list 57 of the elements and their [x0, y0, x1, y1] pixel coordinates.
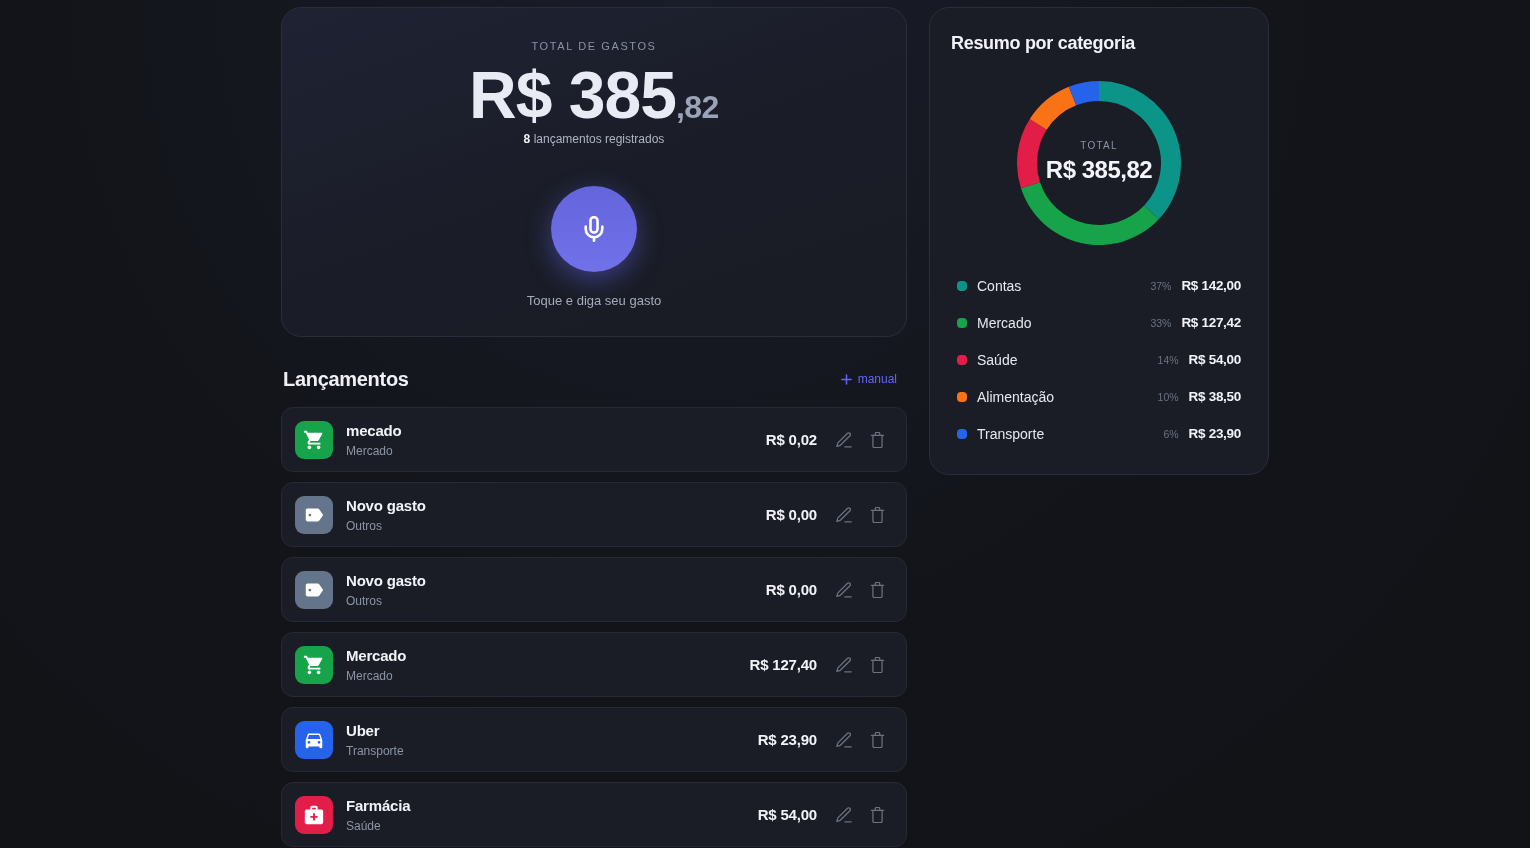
delete-icon[interactable] [870, 581, 885, 598]
edit-icon[interactable] [836, 656, 852, 673]
legend-amount: R$ 38,50 [1188, 387, 1241, 406]
edit-icon[interactable] [836, 506, 852, 523]
expense-amount: R$ 0,02 [765, 429, 817, 450]
expense-category: Outros [346, 592, 382, 609]
edit-icon[interactable] [836, 731, 852, 748]
summary-title: Resumo por categoria [951, 32, 1136, 54]
microphone-icon [583, 216, 605, 242]
legend-label: Contas [977, 276, 1022, 295]
delete-icon[interactable] [870, 656, 885, 673]
delete-icon[interactable] [870, 431, 885, 448]
donut-center-value: R$ 385,82 [1045, 156, 1153, 184]
legend-percent: 10% [1157, 389, 1179, 404]
legend-label: Transporte [977, 424, 1045, 443]
entries-count: 8 lançamentos registrados [523, 131, 665, 147]
expense-name: mecado [346, 420, 402, 441]
microphone-button[interactable] [551, 186, 637, 272]
legend-percent: 33% [1150, 315, 1172, 330]
legend-amount: R$ 142,00 [1181, 276, 1241, 295]
expense-amount: R$ 127,40 [749, 654, 817, 675]
legend-label: Alimentação [977, 387, 1055, 406]
expense-category: Outros [346, 517, 382, 534]
legend-amount: R$ 127,42 [1181, 313, 1241, 332]
expense-name: Mercado [346, 645, 407, 666]
entries-title: Lançamentos [283, 367, 409, 391]
expense-amount: R$ 54,00 [757, 804, 817, 825]
legend-percent: 6% [1163, 426, 1179, 441]
plus-icon [840, 373, 852, 385]
edit-icon[interactable] [836, 581, 852, 598]
expense-category: Mercado [346, 667, 393, 684]
expense-category: Transporte [346, 742, 404, 759]
donut-center-label: TOTAL [1080, 140, 1118, 152]
edit-icon[interactable] [836, 806, 852, 823]
total-amount: R$ 385,82 [469, 62, 719, 128]
legend-amount: R$ 23,90 [1188, 424, 1241, 443]
expense-amount: R$ 23,90 [757, 729, 817, 750]
expense-name: Novo gasto [346, 570, 426, 591]
legend-label: Mercado [977, 313, 1032, 332]
legend-label: Saúde [977, 350, 1018, 369]
delete-icon[interactable] [870, 731, 885, 748]
expense-name: Uber [346, 720, 380, 741]
expense-amount: R$ 0,00 [765, 579, 817, 600]
legend-amount: R$ 54,00 [1188, 350, 1241, 369]
expense-amount: R$ 0,00 [765, 504, 817, 525]
expense-name: Novo gasto [346, 495, 426, 516]
legend-percent: 14% [1157, 352, 1179, 367]
add-manual-link[interactable]: manual [840, 371, 897, 387]
delete-icon[interactable] [870, 806, 885, 823]
legend-percent: 37% [1150, 278, 1172, 293]
edit-icon[interactable] [836, 431, 852, 448]
expense-category: Saúde [346, 817, 381, 834]
voice-hint: Toque e diga seu gasto [526, 292, 662, 310]
expense-name: Farmácia [346, 795, 411, 816]
total-label: TOTAL DE GASTOS [531, 39, 657, 53]
expense-category: Mercado [346, 442, 393, 459]
delete-icon[interactable] [870, 506, 885, 523]
